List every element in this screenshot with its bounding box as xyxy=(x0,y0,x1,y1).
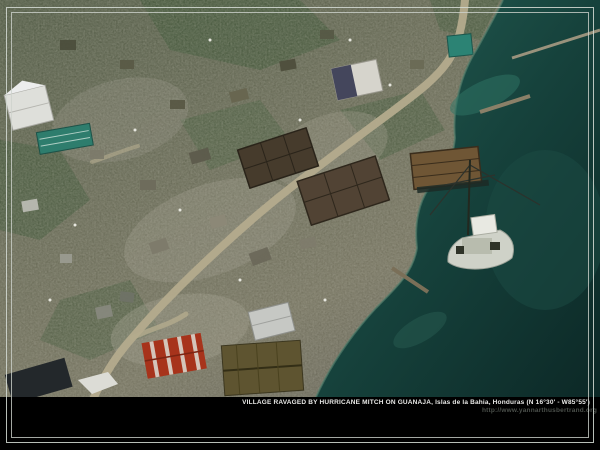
shingle-roof-building xyxy=(221,340,303,395)
photo-caption: VILLAGE RAVAGED BY HURRICANE MITCH ON GU… xyxy=(242,399,590,406)
photo-credit-url: http://www.yannarthusbertrand.org xyxy=(482,407,597,414)
aerial-photo xyxy=(0,0,600,397)
teal-hut xyxy=(447,34,473,57)
wallpaper: VILLAGE RAVAGED BY HURRICANE MITCH ON GU… xyxy=(0,0,600,450)
